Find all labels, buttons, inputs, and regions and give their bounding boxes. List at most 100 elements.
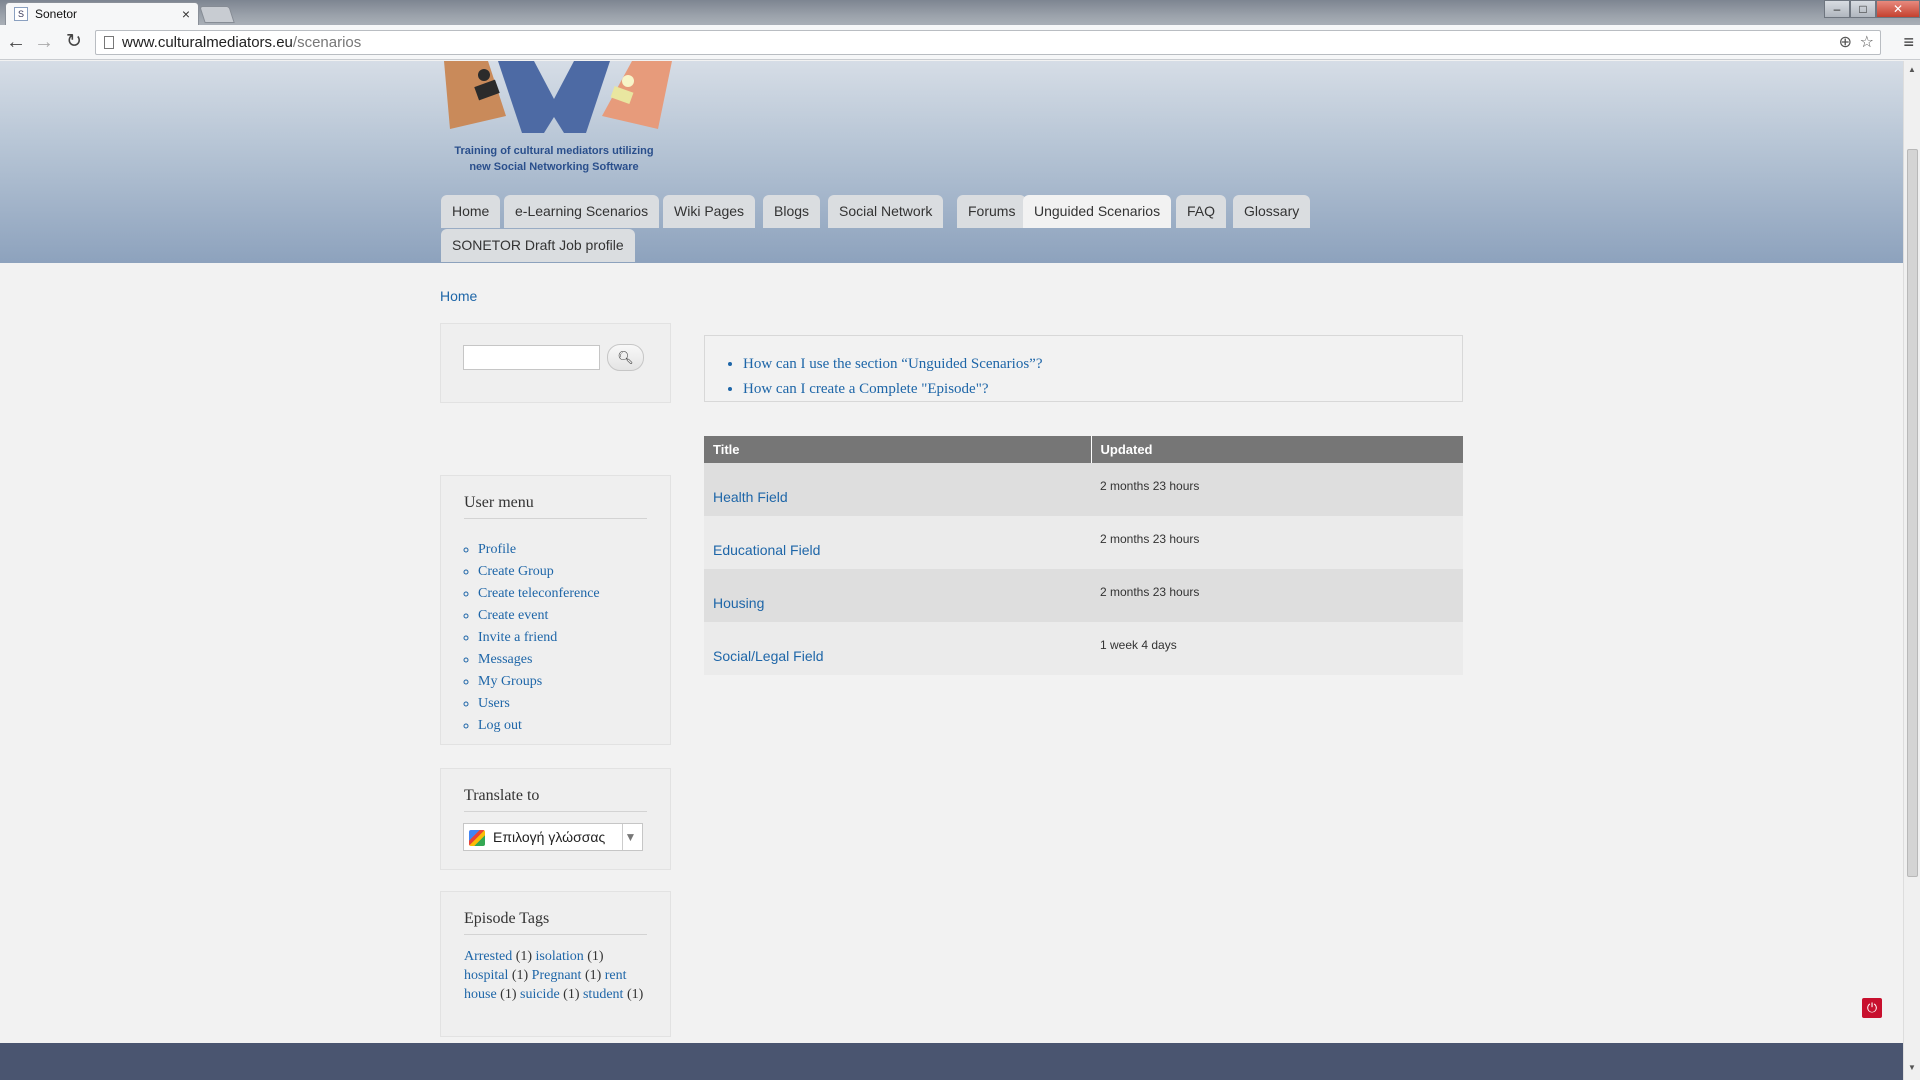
nav-tab-faq[interactable]: FAQ <box>1176 195 1227 228</box>
nav-tab-e-learning-scenarios[interactable]: e-Learning Scenarios <box>504 195 660 228</box>
breadcrumb-home[interactable]: Home <box>440 288 477 304</box>
tab-close-icon[interactable]: × <box>182 6 190 22</box>
tag-isolation[interactable]: isolation <box>536 949 584 964</box>
translate-block: Translate to Επιλογή γλώσσας ▼ <box>440 768 671 870</box>
help-links-list: How can I use the section “Unguided Scen… <box>743 352 1462 402</box>
chevron-down-icon: ▼ <box>622 824 638 850</box>
updated-cell: 1 week 4 days <box>1091 622 1463 675</box>
scroll-up-icon[interactable]: ▲ <box>1908 65 1916 74</box>
translate-title: Translate to <box>464 787 647 812</box>
updated-cell: 2 months 23 hours <box>1091 569 1463 622</box>
window-close-button[interactable]: ✕ <box>1876 0 1920 18</box>
nav-tab-forums[interactable]: Forums <box>957 195 1027 228</box>
user-menu-item-users[interactable]: Users <box>478 696 510 711</box>
updated-cell: 2 months 23 hours <box>1091 463 1463 516</box>
scenario-link[interactable]: Educational Field <box>713 542 820 558</box>
user-menu-title: User menu <box>464 494 647 519</box>
nav-tab-blogs[interactable]: Blogs <box>763 195 821 228</box>
nav-tab-social-network[interactable]: Social Network <box>828 195 944 228</box>
tag-count: (1) <box>515 949 533 964</box>
language-select-value: Επιλογή γλώσσας <box>493 829 606 845</box>
reload-icon[interactable]: ↻ <box>62 31 86 55</box>
star-icon[interactable]: ☆ <box>1860 31 1874 54</box>
zoom-icon[interactable]: ⊕ <box>1839 31 1852 54</box>
address-bar[interactable]: www.culturalmediators.eu/scenarios ⊕ ☆ <box>95 30 1881 55</box>
search-input[interactable] <box>463 345 600 370</box>
user-menu-item-create-teleconference[interactable]: Create teleconference <box>478 586 600 601</box>
nav-tab-glossary[interactable]: Glossary <box>1233 195 1311 228</box>
column-header-title[interactable]: Title <box>704 436 1092 463</box>
tag-count: (1) <box>500 987 517 1002</box>
user-menu-block: User menu Profile Create Group Create te… <box>440 475 671 745</box>
power-icon[interactable]: ⏻ <box>1862 998 1882 1018</box>
browser-tab-active[interactable]: S Sonetor × <box>5 2 199 25</box>
scenario-link[interactable]: Social/Legal Field <box>713 648 824 664</box>
page-scrollbar[interactable]: ▲ ▼ <box>1903 61 1920 1080</box>
nav-tab-sonetor-draft-job-profile[interactable]: SONETOR Draft Job profile <box>441 229 635 262</box>
tag-arrested[interactable]: Arrested <box>464 949 512 964</box>
episode-tags-title: Episode Tags <box>464 910 647 935</box>
scrollbar-thumb[interactable] <box>1907 149 1918 877</box>
updated-cell: 2 months 23 hours <box>1091 516 1463 569</box>
tag-count: (1) <box>563 987 580 1002</box>
google-translate-icon <box>469 830 485 846</box>
site-slogan: Training of cultural mediators utilizing… <box>436 143 672 175</box>
site-footer <box>0 1043 1903 1080</box>
slogan-line-2: new Social Networking Software <box>469 161 639 173</box>
tag-hospital[interactable]: hospital <box>464 968 508 983</box>
table-row: Social/Legal Field 1 week 4 days <box>704 622 1463 675</box>
site-header: Training of cultural mediators utilizing… <box>0 61 1903 263</box>
hamburger-menu-icon[interactable]: ≡ <box>1903 33 1914 51</box>
help-link-create-complete-episode[interactable]: How can I create a Complete "Episode"? <box>743 381 988 397</box>
forward-arrow-icon[interactable]: → <box>32 31 56 55</box>
back-arrow-icon[interactable]: ← <box>4 31 28 55</box>
table-row: Health Field 2 months 23 hours <box>704 463 1463 516</box>
tag-suicide[interactable]: suicide <box>520 987 560 1002</box>
tag-count: (1) <box>511 968 529 983</box>
scenario-link[interactable]: Housing <box>713 595 764 611</box>
new-tab-button[interactable] <box>199 6 235 23</box>
page-viewport: Training of cultural mediators utilizing… <box>0 61 1903 1080</box>
tag-count: (1) <box>584 968 602 983</box>
help-links-box: How can I use the section “Unguided Scen… <box>704 335 1463 402</box>
user-menu-item-create-group[interactable]: Create Group <box>478 564 554 579</box>
url-domain: www.culturalmediators.eu <box>122 34 293 51</box>
language-select[interactable]: Επιλογή γλώσσας ▼ <box>463 823 643 851</box>
site-logo[interactable]: Training of cultural mediators utilizing… <box>436 61 672 176</box>
tag-count: (1) <box>587 949 604 964</box>
scroll-down-icon[interactable]: ▼ <box>1908 1063 1916 1072</box>
minimize-button[interactable]: – <box>1824 0 1850 18</box>
table-row: Educational Field 2 months 23 hours <box>704 516 1463 569</box>
column-header-updated[interactable]: Updated <box>1091 436 1463 463</box>
user-menu-item-my-groups[interactable]: My Groups <box>478 674 542 689</box>
user-menu-item-log-out[interactable]: Log out <box>478 718 522 733</box>
nav-tab-wiki-pages[interactable]: Wiki Pages <box>663 195 756 228</box>
logo-figures-icon <box>444 61 672 133</box>
user-menu-item-messages[interactable]: Messages <box>478 652 532 667</box>
tag-count: (1) <box>626 987 644 1002</box>
tag-cloud: Arrested (1) isolation (1) hospital (1) … <box>464 947 647 1004</box>
nav-tab-unguided-scenarios[interactable]: Unguided Scenarios <box>1023 195 1172 228</box>
page-icon <box>104 36 114 49</box>
user-menu-list: Profile Create Group Create teleconferen… <box>478 539 647 737</box>
help-link-use-unguided-scenarios[interactable]: How can I use the section “Unguided Scen… <box>743 356 1042 372</box>
table-row: Housing 2 months 23 hours <box>704 569 1463 622</box>
user-menu-item-profile[interactable]: Profile <box>478 542 516 557</box>
scenarios-table: Title Updated Health Field 2 months 23 h… <box>704 436 1463 675</box>
scenario-link[interactable]: Health Field <box>713 489 788 505</box>
user-menu-item-invite-a-friend[interactable]: Invite a friend <box>478 630 557 645</box>
tag-student[interactable]: student <box>583 987 623 1002</box>
search-button[interactable]: 🔍︎ <box>607 344 644 371</box>
episode-tags-block: Episode Tags Arrested (1) isolation (1) … <box>440 891 671 1037</box>
search-block: 🔍︎ <box>440 323 671 403</box>
url-path: /scenarios <box>292 34 362 51</box>
window-controls: – □ ✕ <box>1824 0 1920 20</box>
site-favicon-icon: S <box>14 7 28 21</box>
browser-titlebar: S Sonetor × – □ ✕ <box>0 0 1920 25</box>
tag-pregnant[interactable]: Pregnant <box>532 968 582 983</box>
slogan-line-1: Training of cultural mediators utilizing <box>454 145 654 157</box>
maximize-button[interactable]: □ <box>1850 0 1876 18</box>
browser-toolbar: ← → ↻ www.culturalmediators.eu/scenarios… <box>0 25 1920 60</box>
user-menu-item-create-event[interactable]: Create event <box>478 608 548 623</box>
nav-tab-home[interactable]: Home <box>441 195 501 228</box>
